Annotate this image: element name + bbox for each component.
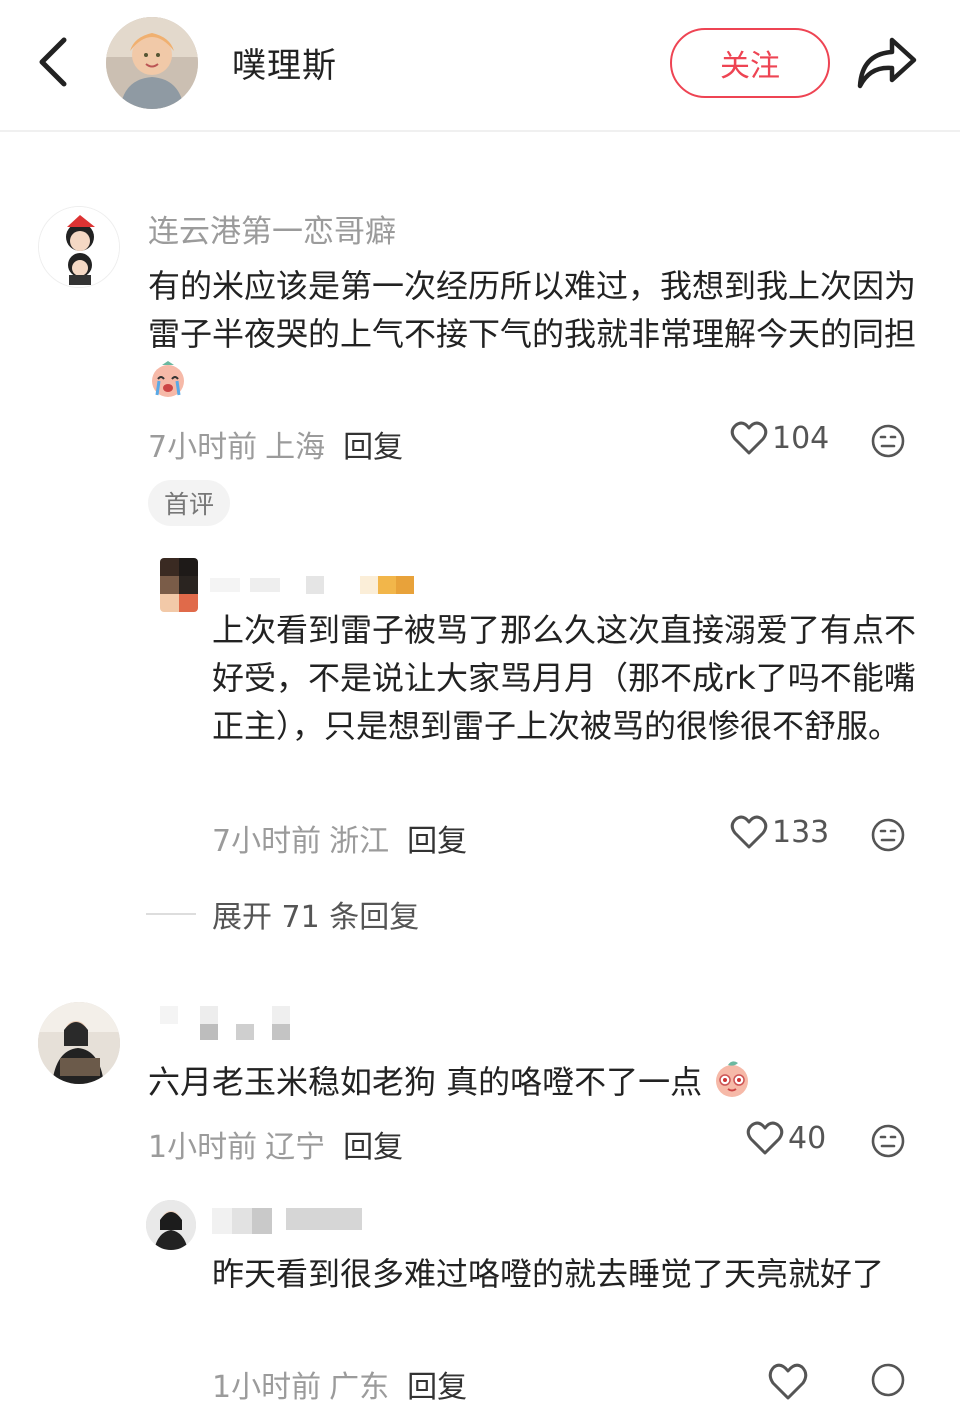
comment-text: 有的米应该是第一次经历所以难过，我想到我上次因为雷子半夜哭的上气不接下气的我就非…: [148, 262, 928, 406]
commenter-nickname-mosaic: [160, 1006, 290, 1040]
like-button[interactable]: 133: [730, 814, 829, 850]
reply-time: 1小时前: [212, 1370, 322, 1405]
reply-time: 7小时前: [212, 824, 322, 859]
photo-avatar-image: [146, 1200, 196, 1250]
peach-emoji-icon: [716, 1061, 749, 1097]
heart-icon: [730, 421, 768, 455]
dislike-face-icon[interactable]: [870, 1123, 906, 1159]
author-avatar[interactable]: [106, 17, 198, 109]
reply-text: 上次看到雷子被骂了那么久这次直接溺爱了有点不好受，不是说让大家骂月月（那不成rk…: [212, 611, 917, 745]
cartoon-avatar-image: [39, 207, 119, 287]
like-count: 40: [788, 1120, 827, 1156]
like-button[interactable]: 104: [730, 420, 829, 456]
reply-meta: 1小时前 广东 回复: [212, 1362, 467, 1406]
reply-location: 广东: [329, 1370, 390, 1405]
reply-button[interactable]: 回复: [343, 430, 403, 465]
comment-time: 7小时前: [148, 430, 258, 465]
comment-text-body: 有的米应该是第一次经历所以难过，我想到我上次因为雷子半夜哭的上气不接下气的我就非…: [148, 267, 917, 353]
dislike-face-icon[interactable]: [870, 423, 906, 459]
back-arrow-icon: [39, 37, 67, 87]
reply-location: 浙江: [329, 824, 390, 859]
comment-text: 六月老玉米稳如老狗 真的咯噔不了一点: [148, 1058, 928, 1106]
author-avatar-image: [106, 17, 198, 109]
reply-avatar[interactable]: [160, 558, 198, 612]
reply-meta: 7小时前 浙江 回复: [212, 816, 467, 860]
comment-meta: 7小时前 上海 回复: [148, 422, 403, 466]
reply-nickname-mosaic: [210, 576, 414, 594]
comment-time: 1小时前: [148, 1130, 258, 1165]
dislike-face-icon[interactable]: [870, 1362, 906, 1398]
commenter-nickname[interactable]: 连云港第一恋哥癖: [148, 206, 396, 251]
comment-location: 上海: [265, 430, 326, 465]
heart-icon: [730, 815, 768, 849]
commenter-avatar[interactable]: [38, 206, 120, 288]
mosaic-avatar-image: [160, 558, 198, 612]
reply-button[interactable]: 回复: [407, 824, 467, 859]
photo-avatar-image: [38, 1002, 120, 1084]
like-button[interactable]: 40: [746, 1120, 826, 1156]
dislike-face-icon[interactable]: [870, 817, 906, 853]
crying-emoji-icon: [152, 361, 184, 397]
reply-nickname-mosaic: [212, 1208, 362, 1234]
share-button[interactable]: [852, 32, 920, 94]
author-name[interactable]: 噗理斯: [232, 38, 337, 87]
expand-divider: [146, 913, 196, 915]
back-button[interactable]: [30, 34, 80, 90]
expand-replies-button[interactable]: 展开 71 条回复: [146, 892, 419, 936]
reply-avatar[interactable]: [146, 1200, 196, 1250]
comment-text-body: 六月老玉米稳如老狗 真的咯噔不了一点: [148, 1063, 703, 1101]
comment-meta: 1小时前 辽宁 回复: [148, 1122, 403, 1166]
comment-location: 辽宁: [265, 1130, 326, 1165]
commenter-avatar[interactable]: [38, 1002, 120, 1084]
like-count: 133: [772, 814, 830, 850]
reply-button[interactable]: 回复: [343, 1130, 403, 1165]
follow-button[interactable]: 关注: [670, 28, 830, 98]
top-bar: 噗理斯 关注: [0, 0, 960, 132]
reply-text: 昨天看到很多难过咯噔的就去睡觉了天亮就好了: [212, 1255, 885, 1293]
first-comment-badge: 首评: [148, 480, 230, 526]
reply-button[interactable]: 回复: [407, 1370, 467, 1405]
heart-icon: [746, 1121, 784, 1155]
expand-replies-label: 展开 71 条回复: [212, 900, 420, 935]
like-count: 104: [772, 420, 830, 456]
share-icon: [857, 37, 917, 89]
heart-icon[interactable]: [768, 1362, 808, 1402]
